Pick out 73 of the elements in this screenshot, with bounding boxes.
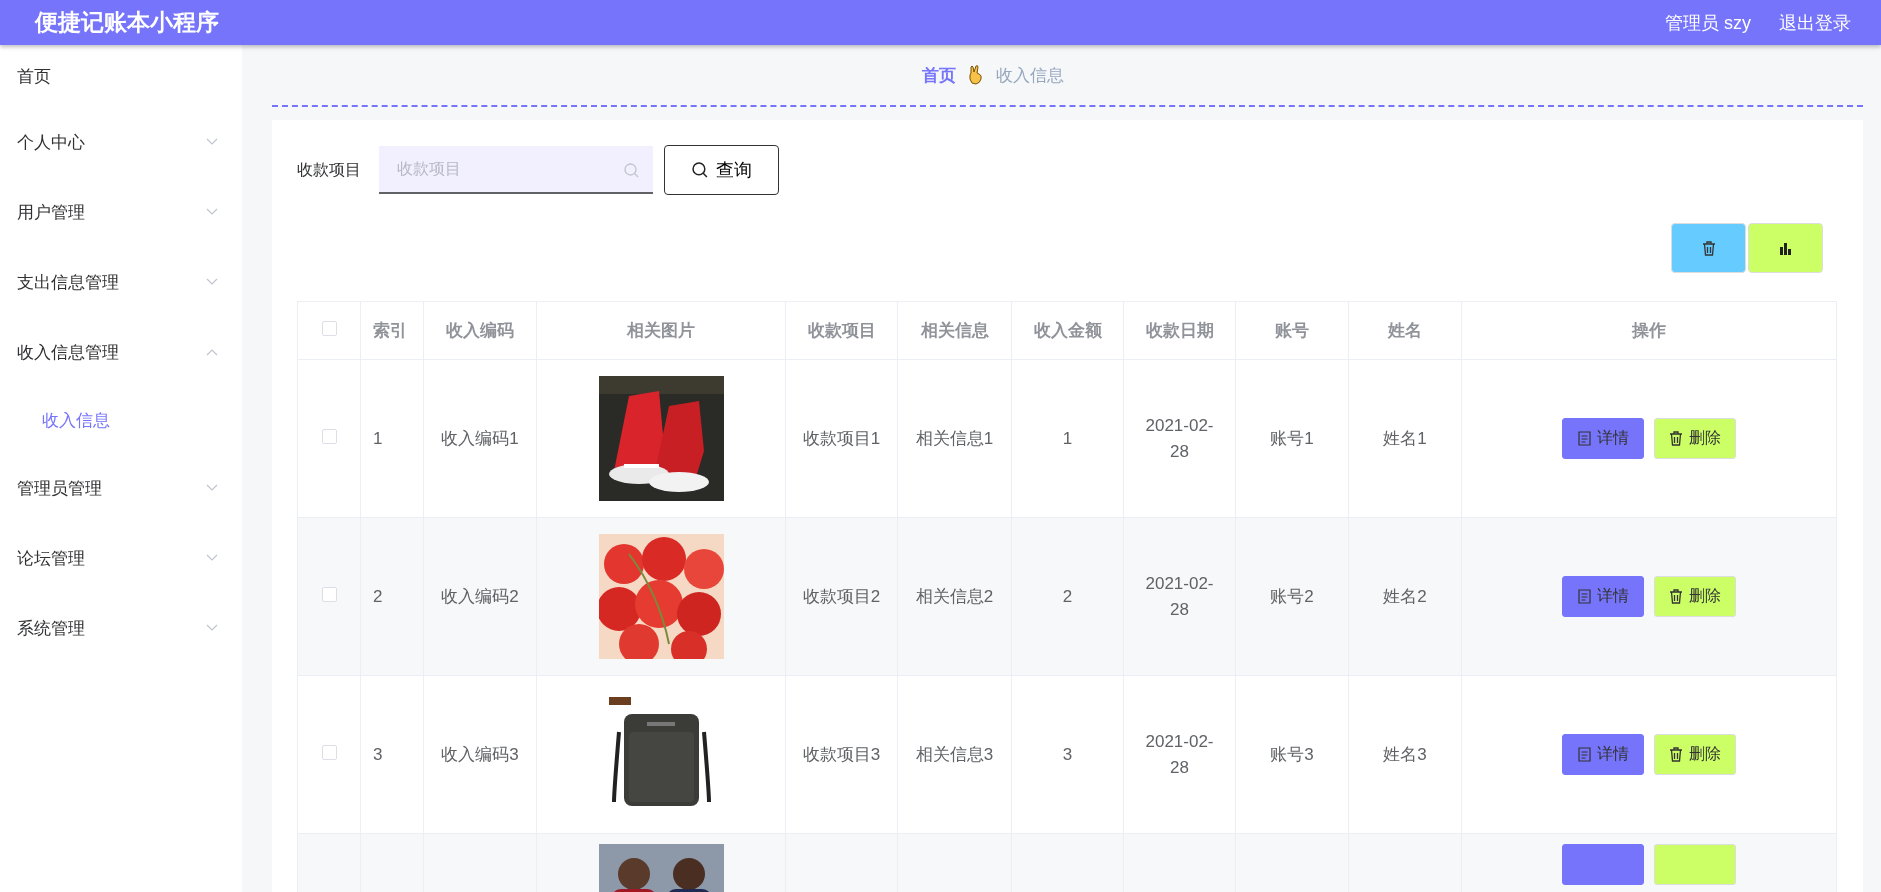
table-cell-text: 收入编码3 [441,744,519,766]
search-button[interactable]: 查询 [664,145,779,195]
app-title: 便捷记账本小程序 [35,8,220,37]
document-icon [1577,431,1591,446]
checkbox[interactable] [321,428,337,444]
table-cell-text: 收入编码1 [441,428,519,450]
table-cell-text: 2021-02-28 [1144,572,1215,621]
column-header: 收入金额 [1033,321,1102,340]
trash-icon [1669,589,1683,604]
table-cell: 3 [373,744,383,765]
table-cell: 3 [1062,744,1073,765]
trash-icon [1669,431,1683,446]
table-cell-text: 收款项目3 [802,744,881,766]
column-header: 收款项目 [807,321,876,340]
column-header: 相关信息 [920,321,989,340]
table-cell-text: 账号3 [1270,744,1314,766]
delete-button[interactable]: 删除 [1654,734,1736,775]
table-cell-text: 账号1 [1270,428,1314,450]
sidebar-item[interactable]: 首页 [0,45,242,107]
table-cell-text: 相关信息3 [915,744,994,766]
table-cell: 2 [1062,586,1073,607]
table-cell: 1 [373,428,383,449]
trash-icon [1669,747,1683,762]
table-cell-text: 姓名1 [1383,428,1427,450]
sidebar-item[interactable]: 系统管理 [0,593,242,663]
table-cell-text: 收款项目1 [802,428,881,450]
logout-link[interactable]: 退出登录 [1779,10,1851,35]
trash-icon [1701,240,1716,256]
hand-icon [967,65,984,85]
checkbox[interactable] [321,586,337,602]
sidebar-item[interactable]: 收入信息管理 [0,317,242,387]
breadcrumb-item: 收入信息 [995,64,1064,87]
details-button[interactable] [1562,844,1644,885]
delete-button[interactable] [1671,223,1746,273]
sidebar-item[interactable]: 论坛管理 [0,523,242,593]
table-cell-text: 收入编码2 [441,586,519,608]
column-header: 收入编码 [446,321,514,340]
delete-button[interactable]: 删除 [1654,576,1736,617]
column-header: 相关图片 [627,321,695,340]
chart-button[interactable] [1748,223,1823,273]
user-name: 管理员 szy [1665,11,1751,35]
checkbox[interactable] [321,320,337,336]
table-cell-text: 账号2 [1270,586,1314,608]
table-cell: 2 [373,586,383,607]
delete-button[interactable]: 删除 [1654,418,1736,459]
sidebar-item[interactable]: 管理员管理 [0,453,242,523]
checkbox[interactable] [321,744,337,760]
column-header: 操作 [1632,321,1666,340]
table-cell: 1 [1062,428,1073,449]
details-button[interactable]: 详情 [1562,418,1644,459]
column-header: 姓名 [1388,321,1422,340]
sidebar-item[interactable]: 用户管理 [0,177,242,247]
document-icon [1577,589,1591,604]
search-icon [624,163,639,178]
table-cell-text: 姓名3 [1383,744,1427,766]
column-header: 账号 [1275,321,1309,340]
column-header: 索引 [373,321,407,340]
column-header: 收款日期 [1145,321,1214,340]
table-cell-text: 相关信息2 [915,586,994,608]
search-label: 收款项目 [297,159,361,180]
bar-chart-icon [1779,241,1792,255]
sidebar-subitem[interactable]: 收入信息 [0,387,242,453]
details-button[interactable]: 详情 [1562,576,1644,617]
search-icon [691,162,708,178]
table-cell-text: 2021-02-28 [1144,414,1215,463]
sidebar-item[interactable]: 个人中心 [0,107,242,177]
table-cell-text: 相关信息1 [915,428,994,450]
details-button[interactable]: 详情 [1562,734,1644,775]
table-cell-text: 2021-02-28 [1144,730,1215,779]
table-cell-text: 姓名2 [1383,586,1427,608]
document-icon [1577,747,1591,762]
sidebar-item[interactable]: 支出信息管理 [0,247,242,317]
table-cell-text: 收款项目2 [802,586,881,608]
